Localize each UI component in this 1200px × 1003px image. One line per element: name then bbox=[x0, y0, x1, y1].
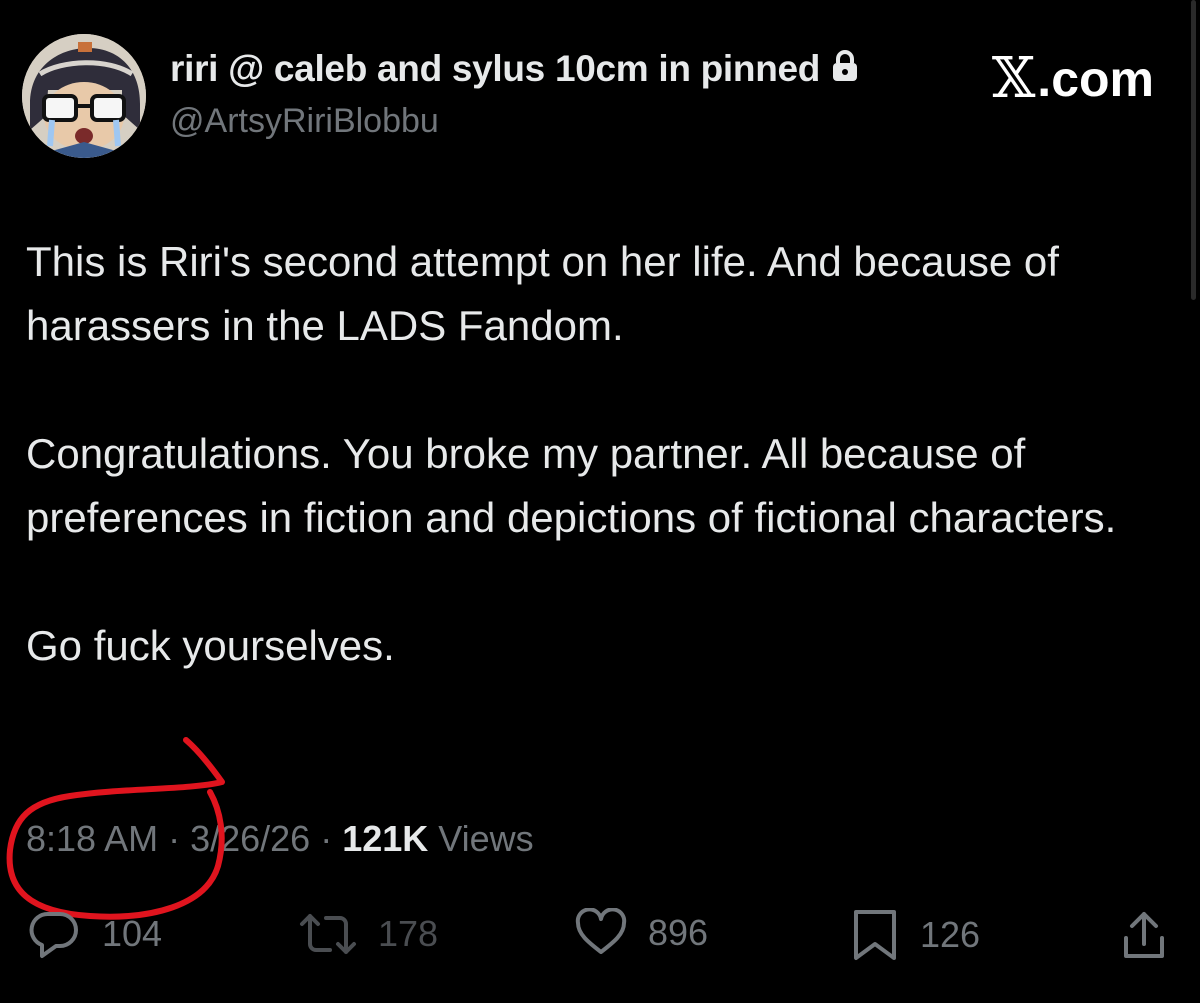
tweet-date[interactable]: 3/26/26 bbox=[190, 818, 310, 859]
avatar[interactable] bbox=[22, 34, 146, 158]
tweet-paragraph: Congratulations. You broke my partner. A… bbox=[26, 430, 1117, 541]
tweet-time[interactable]: 8:18 AM bbox=[26, 818, 158, 859]
bookmark-button[interactable]: 126 bbox=[850, 908, 980, 962]
avatar-chibi-icon bbox=[22, 34, 146, 158]
tweet-paragraph: Go fuck yourselves. bbox=[26, 622, 395, 669]
bookmark-count: 126 bbox=[920, 914, 981, 955]
brand-domain: .com bbox=[1037, 51, 1154, 107]
reply-count: 104 bbox=[102, 913, 163, 954]
views-label: Views bbox=[428, 818, 534, 859]
lock-icon bbox=[830, 49, 860, 92]
like-count: 896 bbox=[648, 912, 709, 953]
reply-button[interactable]: 104 bbox=[26, 908, 162, 960]
display-name-text: riri @ caleb and sylus 10cm in pinned bbox=[170, 48, 821, 89]
meta-separator: · bbox=[158, 818, 191, 859]
action-bar: 104 178 896 126 bbox=[0, 908, 1200, 968]
view-count: 121K bbox=[342, 818, 429, 859]
repost-count: 178 bbox=[378, 913, 439, 954]
tweet-metadata: 8:18 AM · 3/26/26 · 121K Views bbox=[26, 818, 534, 860]
share-button[interactable] bbox=[1120, 908, 1168, 962]
scrollbar[interactable] bbox=[1191, 0, 1196, 300]
like-button[interactable]: 896 bbox=[574, 908, 708, 958]
meta-separator: · bbox=[310, 818, 343, 859]
tweet-paragraph: This is Riri's second attempt on her lif… bbox=[26, 238, 1059, 349]
display-name[interactable]: riri @ caleb and sylus 10cm in pinned bbox=[170, 48, 860, 92]
repost-icon bbox=[300, 914, 356, 954]
site-watermark: 𝕏 .com bbox=[992, 50, 1154, 108]
reply-icon bbox=[29, 911, 78, 958]
heart-icon bbox=[575, 908, 627, 954]
tweet-body: This is Riri's second attempt on her lif… bbox=[26, 230, 1176, 678]
share-icon bbox=[1124, 912, 1164, 958]
x-logo-icon: 𝕏 bbox=[991, 46, 1036, 111]
user-handle[interactable]: @ArtsyRiriBlobbu bbox=[170, 102, 439, 141]
repost-button[interactable]: 178 bbox=[298, 908, 438, 960]
bookmark-icon bbox=[854, 910, 896, 960]
